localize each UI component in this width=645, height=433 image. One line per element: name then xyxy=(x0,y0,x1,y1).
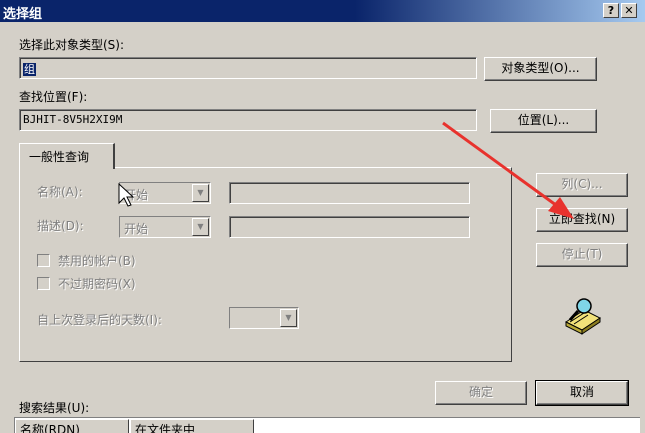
description-operator-combo[interactable]: 开始 ▼ xyxy=(119,216,211,238)
chevron-down-icon: ▼ xyxy=(192,184,209,202)
search-results-label: 搜索结果(U): xyxy=(19,401,90,415)
chevron-down-icon: ▼ xyxy=(192,218,209,236)
description-input[interactable] xyxy=(229,216,470,238)
location-label: 查找位置(F): xyxy=(19,90,88,104)
disabled-accounts-checkbox[interactable] xyxy=(37,254,50,267)
help-button[interactable]: ? xyxy=(603,3,619,18)
name-input[interactable] xyxy=(229,182,470,204)
column-header-name[interactable]: 名称(RDN) xyxy=(15,419,129,433)
object-type-field: 组 xyxy=(19,57,477,79)
object-types-button[interactable]: 对象类型(O)... xyxy=(484,57,597,81)
description-operator-value: 开始 xyxy=(124,222,149,236)
name-operator-combo[interactable]: 开始 ▼ xyxy=(119,182,211,204)
close-button[interactable]: ✕ xyxy=(621,3,637,18)
search-animation-icon xyxy=(565,298,601,335)
title-bar: 选择组 ? ✕ xyxy=(0,0,645,22)
days-since-logon-combo[interactable]: ▼ xyxy=(229,307,299,329)
object-type-value: 组 xyxy=(23,63,36,76)
stop-button[interactable]: 停止(T) xyxy=(536,243,628,267)
locations-button[interactable]: 位置(L)... xyxy=(490,109,597,133)
name-label: 名称(A): xyxy=(37,185,83,199)
disabled-accounts-label: 禁用的帐户(B) xyxy=(58,254,136,268)
description-label: 描述(D): xyxy=(37,219,84,233)
location-field: BJHIT-8V5H2XI9M xyxy=(19,109,477,131)
column-header-folder[interactable]: 在文件夹中 xyxy=(130,419,254,433)
cancel-button[interactable]: 取消 xyxy=(535,380,629,406)
name-operator-value: 开始 xyxy=(124,188,149,202)
chevron-down-icon: ▼ xyxy=(280,309,297,327)
object-type-label: 选择此对象类型(S): xyxy=(19,38,125,52)
columns-button[interactable]: 列(C)... xyxy=(536,173,628,197)
window-title: 选择组 xyxy=(3,7,43,22)
days-since-logon-label: 自上次登录后的天数(I): xyxy=(37,313,162,327)
tab-common-queries[interactable]: 一般性查询 xyxy=(19,143,115,169)
non-expiring-password-checkbox[interactable] xyxy=(37,277,50,290)
ok-button[interactable]: 确定 xyxy=(435,381,527,405)
find-now-button[interactable]: 立即查找(N) xyxy=(536,208,628,232)
non-expiring-password-label: 不过期密码(X) xyxy=(58,277,136,291)
